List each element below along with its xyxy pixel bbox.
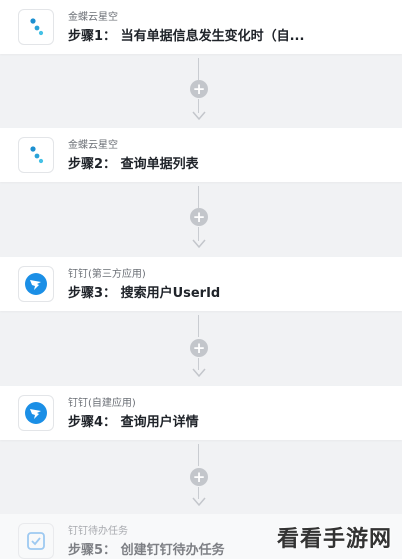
add-step-button[interactable]: +: [190, 208, 208, 226]
step-connector-3: +: [189, 315, 209, 381]
app-name: 钉钉待办任务: [68, 526, 128, 537]
arrow-down-icon: [192, 368, 206, 378]
step-title: 步骤1： 当有单据信息发生变化时（自...: [68, 29, 305, 44]
dingtalk-icon: [18, 266, 54, 302]
kingdee-icon: [18, 9, 54, 45]
arrow-down-icon: [192, 497, 206, 507]
kingdee-icon: [18, 137, 54, 173]
app-name: 金蝶云星空: [68, 140, 118, 151]
step-card-1[interactable]: 金蝶云星空 步骤1： 当有单据信息发生变化时（自...: [0, 0, 402, 54]
dingtalk-icon: [18, 395, 54, 431]
step-card-3[interactable]: 钉钉(第三方应用) 步骤3： 搜索用户UserId: [0, 257, 402, 311]
add-step-button[interactable]: +: [190, 339, 208, 357]
step-connector-2: +: [189, 186, 209, 252]
app-name: 钉钉(第三方应用): [68, 269, 146, 280]
todo-check-icon: [18, 523, 54, 559]
app-name: 钉钉(自建应用): [68, 398, 136, 409]
add-step-button[interactable]: +: [190, 468, 208, 486]
watermark: 看看手游网: [276, 527, 392, 552]
app-name: 金蝶云星空: [68, 12, 118, 23]
step-title: 步骤3： 搜索用户UserId: [68, 286, 221, 301]
step-connector-4: +: [189, 444, 209, 510]
step-title: 步骤5： 创建钉钉待办任务: [68, 543, 225, 558]
add-step-button[interactable]: +: [190, 80, 208, 98]
step-card-2[interactable]: 金蝶云星空 步骤2： 查询单据列表: [0, 128, 402, 182]
arrow-down-icon: [192, 111, 206, 121]
step-title: 步骤4： 查询用户详情: [68, 415, 199, 430]
arrow-down-icon: [192, 239, 206, 249]
step-title: 步骤2： 查询单据列表: [68, 157, 199, 172]
step-connector-1: +: [189, 58, 209, 124]
step-card-4[interactable]: 钉钉(自建应用) 步骤4： 查询用户详情: [0, 386, 402, 440]
